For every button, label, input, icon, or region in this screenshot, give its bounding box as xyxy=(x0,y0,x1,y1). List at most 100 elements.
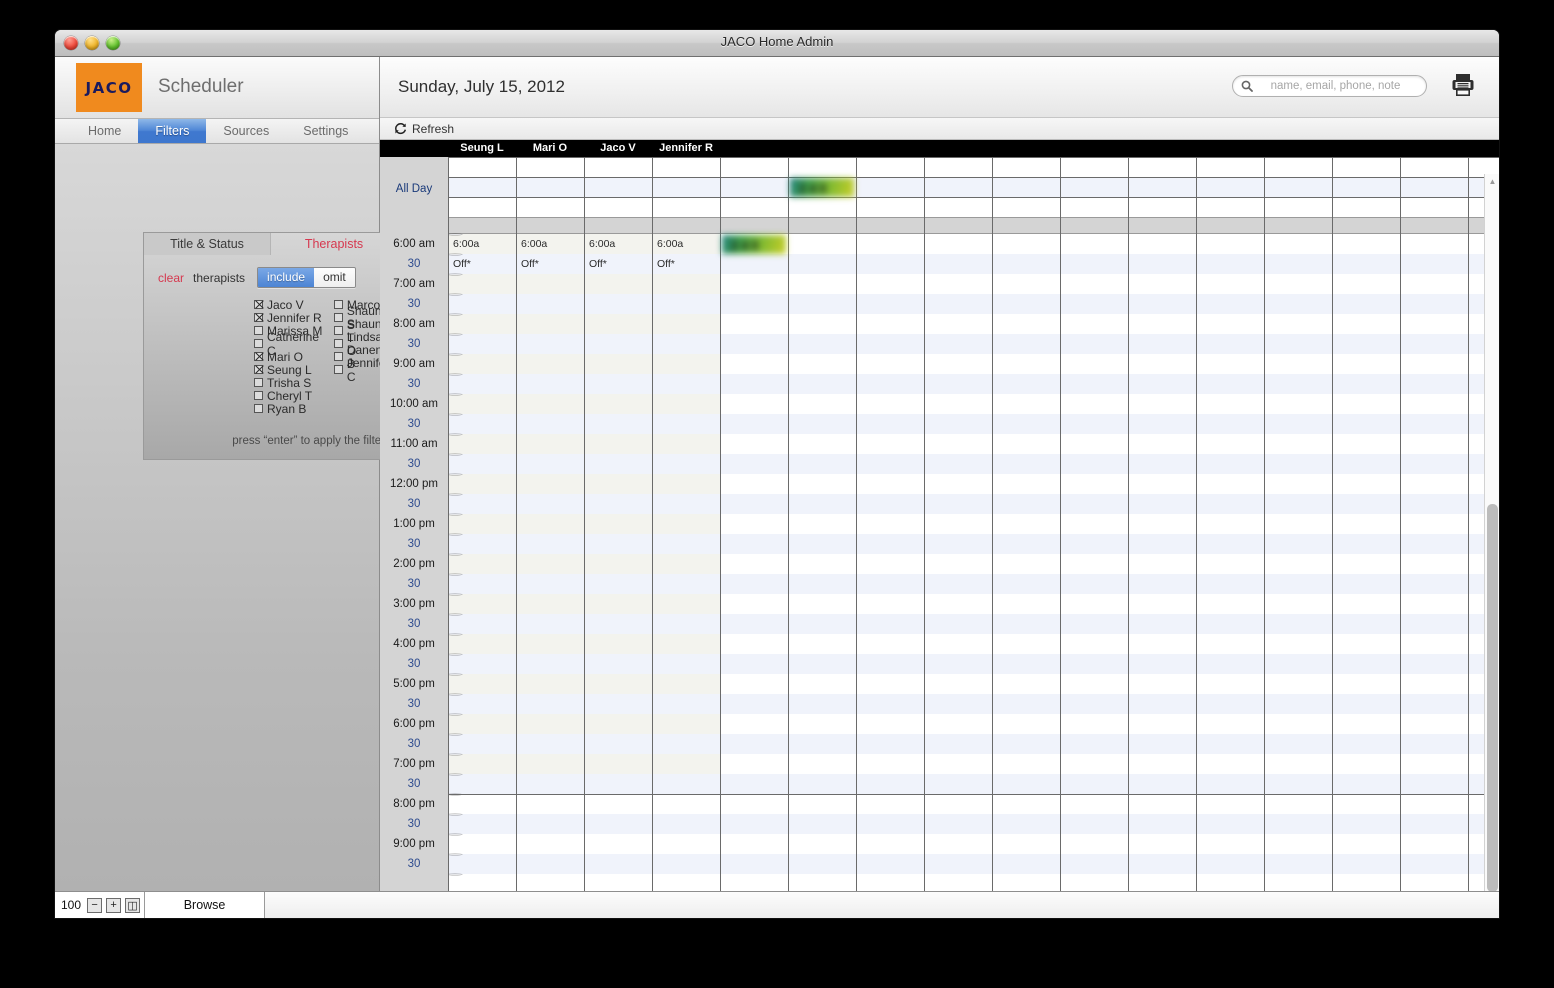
column-divider xyxy=(1400,157,1401,918)
window-title: JACO Home Admin xyxy=(720,34,834,49)
checkbox-icon[interactable] xyxy=(333,326,343,335)
print-button[interactable] xyxy=(1449,71,1477,104)
filter-field-label: therapists xyxy=(193,270,246,285)
row-divider xyxy=(448,274,462,275)
half-hour-band xyxy=(448,654,1499,674)
time-label: 2:00 pm xyxy=(393,558,435,570)
column-header-mari-o[interactable]: Mari O xyxy=(516,140,584,157)
time-label: 30 xyxy=(407,298,421,310)
checkbox-icon[interactable] xyxy=(333,339,343,348)
window-content: JACO Scheduler Home Filters Sources Sett… xyxy=(55,57,1499,918)
list-item[interactable]: Cheryl T xyxy=(254,388,326,403)
checkbox-icon[interactable] xyxy=(254,404,263,413)
checkbox-icon[interactable] xyxy=(333,300,343,309)
search-input[interactable] xyxy=(1253,80,1418,92)
checkbox-checked-icon[interactable] xyxy=(254,300,263,309)
therapist-checkbox-columns: Jaco V Jennifer R Marissa M Catherine C … xyxy=(144,297,397,416)
checkbox-icon[interactable] xyxy=(333,313,343,322)
therapists-filter-card: Title & Status Therapists clear therapis… xyxy=(143,232,398,460)
half-hour-band xyxy=(448,494,1499,514)
include-option[interactable]: include xyxy=(258,268,315,287)
time-label: 10:00 am xyxy=(390,398,438,410)
list-item[interactable]: Catherine C xyxy=(254,330,326,358)
mode-indicator[interactable]: Browse xyxy=(145,892,266,918)
schedule-columns[interactable]: 6:00a Off* 6:00a Off* 6:00a Off* 6:00a Off* 240 2… xyxy=(448,157,1499,918)
off-block-status: Off* xyxy=(589,258,607,270)
column-header-jennifer-r[interactable]: Jennifer R xyxy=(652,140,720,157)
row-divider xyxy=(448,434,462,435)
row-divider xyxy=(448,694,462,695)
all-day-divider xyxy=(448,197,1499,198)
time-label: 30 xyxy=(407,258,421,270)
time-label: 30 xyxy=(407,738,421,750)
therapist-label: Seung L xyxy=(267,362,312,377)
list-item[interactable]: Seung L xyxy=(254,362,326,377)
list-item[interactable]: Ryan B xyxy=(254,402,326,416)
tab-filters[interactable]: Filters xyxy=(138,119,207,143)
list-item[interactable]: Trisha S xyxy=(254,375,326,390)
list-item[interactable]: Jennifer R xyxy=(254,311,326,325)
include-omit-toggle[interactable]: include omit xyxy=(257,267,356,288)
filter-tab-therapists[interactable]: Therapists xyxy=(271,233,397,255)
half-hour-band xyxy=(448,574,1499,594)
row-divider xyxy=(448,634,462,635)
row-divider xyxy=(448,474,462,475)
tab-settings[interactable]: Settings xyxy=(286,119,365,143)
therapist-label: Jaco V xyxy=(267,297,304,312)
checkbox-icon[interactable] xyxy=(333,352,343,361)
row-divider xyxy=(448,614,462,615)
time-label: 30 xyxy=(407,338,421,350)
time-label: 30 xyxy=(407,698,421,710)
checkbox-checked-icon[interactable] xyxy=(254,352,263,361)
sidebar: JACO Scheduler Home Filters Sources Sett… xyxy=(55,57,411,918)
filter-tab-title-status[interactable]: Title & Status xyxy=(144,233,271,255)
off-block-status: Off* xyxy=(521,258,539,270)
therapist-label: Cheryl T xyxy=(267,388,313,403)
clear-filter-link[interactable]: clear xyxy=(158,271,184,285)
checkbox-icon[interactable] xyxy=(254,339,263,348)
time-label: 11:00 am xyxy=(390,438,438,450)
time-label: 30 xyxy=(407,458,421,470)
checkbox-icon[interactable] xyxy=(254,378,263,387)
row-divider xyxy=(448,494,462,495)
zoom-out-icon[interactable]: − xyxy=(87,897,103,913)
all-day-separator-band xyxy=(448,217,1499,234)
scrollbar-thumb[interactable] xyxy=(1487,504,1498,892)
checkbox-checked-icon[interactable] xyxy=(254,313,263,322)
zoom-in-icon[interactable]: + xyxy=(106,897,122,913)
timed-event-block[interactable]: 240 xyxy=(722,235,786,254)
off-block-start-time: 6:00a xyxy=(521,238,548,250)
off-block-status: Off* xyxy=(453,258,471,270)
therapist-label: Mari O xyxy=(267,349,303,364)
row-divider xyxy=(448,374,462,375)
row-divider xyxy=(448,534,462,535)
page-title: Sunday, July 15, 2012 xyxy=(398,77,565,96)
column-header-jaco-v[interactable]: Jaco V xyxy=(584,140,652,157)
column-header-seung-l[interactable]: Seung L xyxy=(448,140,516,157)
time-label: 7:00 pm xyxy=(393,758,435,770)
refresh-button[interactable]: Refresh xyxy=(394,122,454,136)
vertical-scrollbar[interactable]: ▲ ▼ xyxy=(1484,174,1499,918)
tab-sources[interactable]: Sources xyxy=(206,119,286,143)
column-divider xyxy=(1196,157,1197,918)
scroll-up-arrow[interactable]: ▲ xyxy=(1485,174,1499,188)
all-day-event-block[interactable]: 240 xyxy=(790,178,854,197)
list-item[interactable]: Jaco V xyxy=(254,297,326,312)
time-label: 12:00 pm xyxy=(390,478,438,490)
checkbox-icon[interactable] xyxy=(254,326,263,335)
refresh-label: Refresh xyxy=(412,121,455,136)
time-label: 30 xyxy=(407,378,421,390)
therapist-label: Trisha S xyxy=(267,375,312,390)
logo-text: JACO xyxy=(85,78,133,97)
checkbox-icon[interactable] xyxy=(254,391,263,400)
search-icon xyxy=(1241,80,1253,92)
time-label: 30 xyxy=(407,578,421,590)
checkbox-icon[interactable] xyxy=(333,365,343,374)
tab-home[interactable]: Home xyxy=(71,119,138,143)
jaco-logo: JACO xyxy=(76,63,142,112)
omit-option[interactable]: omit xyxy=(314,268,355,287)
toggle-panel-icon[interactable]: ◫ xyxy=(125,897,141,913)
search-box[interactable] xyxy=(1232,75,1427,97)
checkbox-checked-icon[interactable] xyxy=(254,365,263,374)
calendar-grid-body: All Day 6:00 am 30 7:00 am 30 8:00 am 30 9:00 … xyxy=(380,157,1499,918)
